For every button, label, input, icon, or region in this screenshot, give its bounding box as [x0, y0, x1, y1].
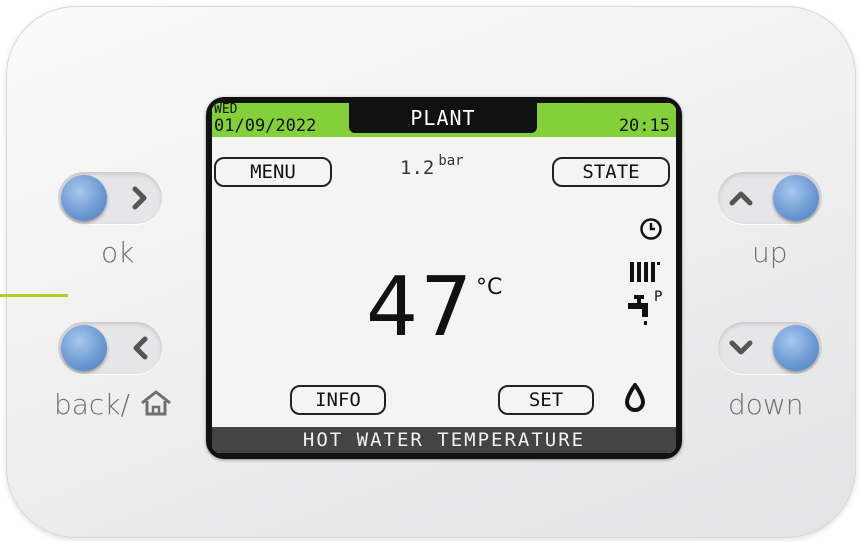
date-label: 01/09/2022: [214, 116, 317, 136]
back-label-text: back/: [54, 388, 130, 421]
water-drop-icon: [624, 383, 646, 412]
mode-tab: PLANT: [349, 103, 537, 133]
up-knob: [773, 175, 819, 221]
weekday-label: WED: [214, 103, 238, 117]
home-icon: [140, 390, 171, 416]
tap-icon: [628, 295, 648, 325]
down-knob: [773, 325, 819, 371]
ok-button[interactable]: [58, 172, 162, 224]
lcd-screen: WED 01/09/2022 PLANT 20:15 MENU 1.2 bar S…: [212, 103, 676, 453]
temperature-unit: °C: [476, 275, 503, 300]
ok-knob: [61, 175, 107, 221]
time-label: 20:15: [618, 116, 670, 136]
chevron-down-icon: [729, 340, 753, 355]
info-softkey[interactable]: INFO: [290, 385, 386, 415]
up-label: up: [752, 236, 788, 269]
tap-badge: P: [654, 289, 663, 305]
pressure-value: 1.2: [400, 157, 435, 179]
pressure-readout: 1.2 bar: [400, 153, 464, 179]
menu-softkey[interactable]: MENU: [214, 157, 332, 187]
chevron-right-icon: [132, 186, 147, 210]
state-softkey[interactable]: STATE: [552, 157, 670, 187]
accent-line: [0, 294, 68, 297]
chevron-up-icon: [729, 191, 753, 206]
down-button[interactable]: [718, 322, 822, 374]
back-home-label: back/: [54, 388, 173, 421]
back-knob: [61, 325, 107, 371]
set-softkey[interactable]: SET: [498, 385, 594, 415]
up-button[interactable]: [718, 172, 822, 224]
pressure-unit: bar: [438, 153, 464, 169]
back-home-button[interactable]: [58, 322, 162, 374]
radiator-icon: [630, 262, 660, 282]
header-bar: WED 01/09/2022 PLANT 20:15: [212, 103, 676, 137]
clock-icon: [640, 218, 662, 240]
down-label: down: [728, 388, 804, 421]
ok-label: ok: [101, 236, 135, 269]
chevron-left-icon: [133, 336, 148, 360]
status-bar: HOT WATER TEMPERATURE: [212, 427, 676, 453]
temperature-value: 47: [366, 260, 475, 355]
